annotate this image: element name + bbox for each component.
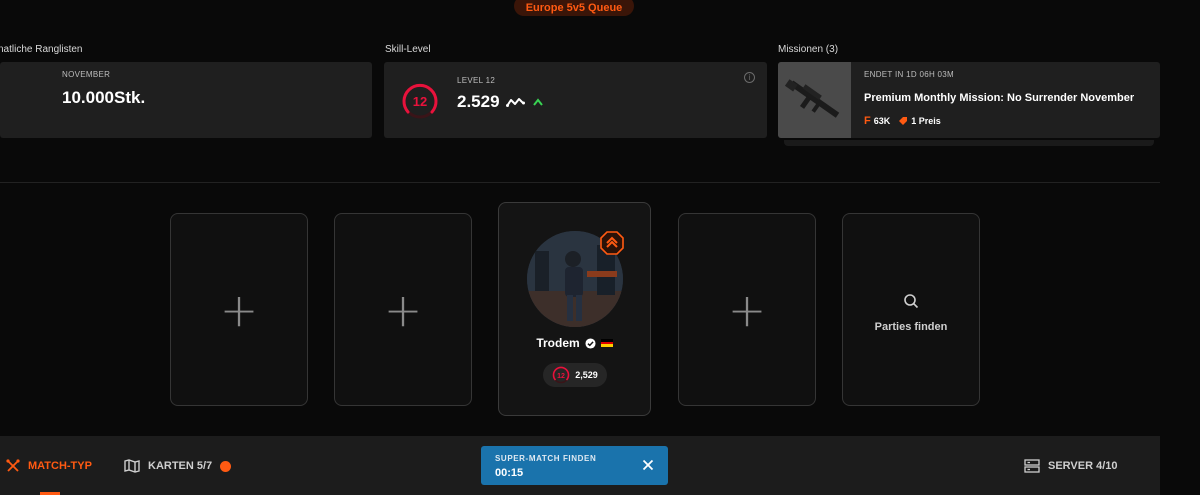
party-slot-empty[interactable]: + [678,213,816,406]
server-button[interactable]: SERVER 4/10 [1024,459,1118,473]
find-parties-label: Parties finden [874,320,948,333]
skill-level-gauge-icon: 12 [402,83,438,119]
map-icon [124,459,140,473]
find-match-button[interactable]: SUPER-MATCH FINDEN 00:15 [481,446,668,485]
mission-title: Premium Monthly Mission: No Surrender No… [864,92,1135,104]
tag-icon [899,117,908,125]
section-divider [0,182,1160,183]
player-card[interactable]: Trodem 12 2,529 [498,202,651,416]
germany-flag-icon [600,339,613,348]
add-player-icon: + [383,282,423,337]
player-elo-value: 2,529 [575,370,598,380]
reward-points-value: 63K [873,116,891,126]
skill-level-card[interactable]: 12 LEVEL 12 2.529 i [384,62,767,138]
missions-section-title: Missionen (3) [778,44,839,55]
find-parties-slot[interactable]: Parties finden [842,213,980,406]
find-match-label: SUPER-MATCH FINDEN [495,454,597,463]
skill-level-number: 12 [413,94,427,109]
party-slot-empty[interactable]: + [170,213,308,406]
maps-button[interactable]: KARTEN 5/7 [124,459,232,473]
add-player-icon: + [219,282,259,337]
trend-up-icon [532,98,543,106]
rankings-value: 10.000Stk. [62,88,146,107]
skill-level-label: LEVEL 12 [457,76,496,85]
reward-prizes: 1 Preis [898,116,941,126]
elo-history-icon[interactable] [505,96,526,108]
queue-timer: 00:15 [495,467,524,479]
monthly-rankings-card[interactable]: NOVEMBER 10.000Stk. [0,62,372,138]
mission-rewards: F 63K 1 Preis [864,115,941,127]
reward-prizes-value: 1 Preis [911,116,941,126]
maps-notification-dot [220,460,232,472]
mission-ends-in: ENDET IN 1D 06H 03M [864,70,955,79]
player-level-number: 12 [557,373,565,380]
skill-elo-row: 2.529 [457,92,544,112]
add-player-icon: + [727,282,767,337]
info-icon[interactable]: i [744,72,755,83]
match-type-button[interactable]: MATCH-TYP [6,459,92,473]
mission-weapon-image [778,62,851,138]
player-name: Trodem [536,336,580,350]
player-name-row: Trodem [499,336,650,350]
skill-section-title: Skill-Level [385,44,431,55]
reward-points: F 63K [864,115,890,127]
server-icon [1024,459,1040,473]
close-icon[interactable] [642,459,654,471]
search-icon [904,293,919,308]
queue-label: Europe 5v5 Queue [525,2,623,14]
rankings-month: NOVEMBER [62,70,111,79]
party-slot-empty[interactable]: + [334,213,472,406]
skill-elo-value: 2.529 [457,92,500,111]
mission-card[interactable]: ENDET IN 1D 06H 03M Premium Monthly Miss… [778,62,1160,138]
maps-label: KARTEN 5/7 [148,460,213,472]
rank-badge-icon [600,231,624,255]
mission-stack-shadow [784,140,1154,146]
player-level-icon: 12 [552,366,570,384]
faceit-points-icon: F [864,115,871,127]
player-elo-pill: 12 2,529 [543,363,607,387]
match-type-icon [6,459,20,472]
verified-icon [585,337,596,349]
queue-badge: Europe 5v5 Queue [514,0,634,16]
rankings-section-title: natliche Ranglisten [0,44,83,55]
server-label: SERVER 4/10 [1048,460,1118,472]
match-type-label: MATCH-TYP [28,460,92,472]
